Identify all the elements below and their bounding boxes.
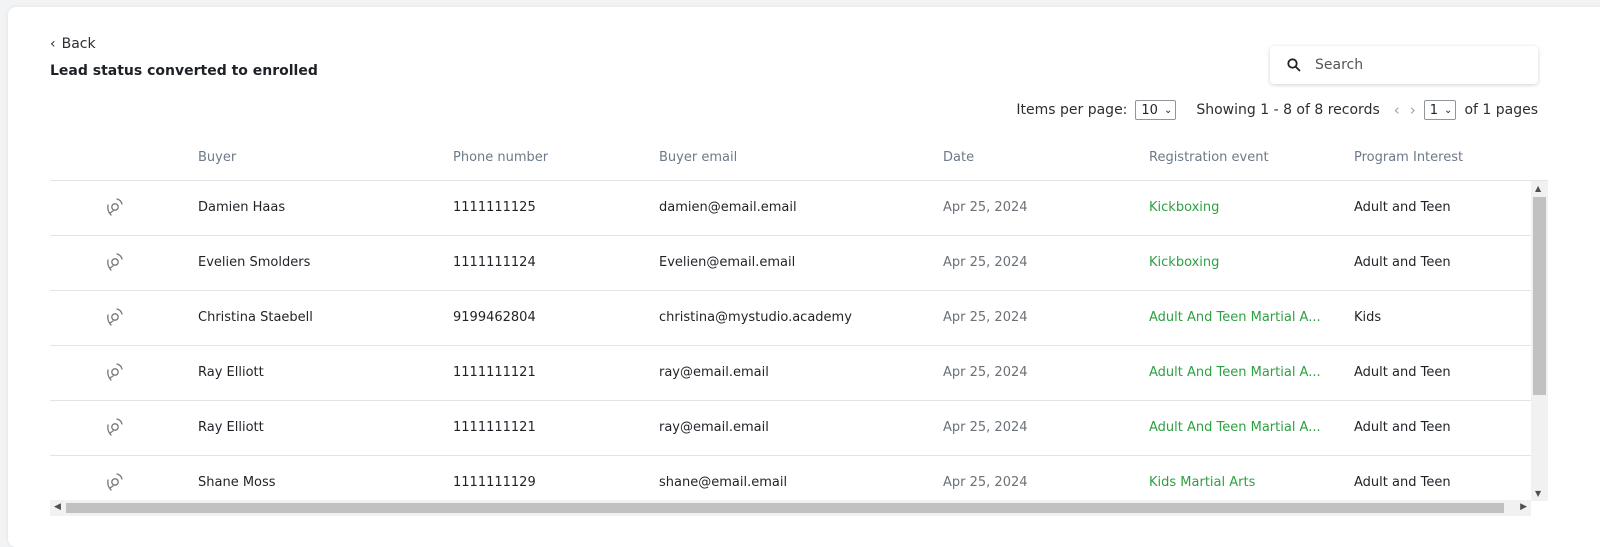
cell-phone: 1111111121 (453, 420, 536, 435)
cell-email: Evelien@email.email (659, 255, 796, 270)
cell-event[interactable]: Kids Martial Arts (1149, 475, 1255, 490)
cell-buyer: Shane Moss (198, 475, 276, 490)
cell-event[interactable]: Adult And Teen Martial A... (1149, 310, 1321, 325)
phone-call-icon[interactable] (104, 251, 124, 277)
page-title: Lead status converted to enrolled (50, 63, 318, 79)
cell-event[interactable]: Kickboxing (1149, 255, 1219, 270)
cell-email: damien@email.email (659, 200, 797, 215)
cell-program: Adult and Teen (1354, 420, 1451, 435)
cell-date: Apr 25, 2024 (943, 310, 1028, 325)
next-page-icon[interactable]: › (1410, 101, 1416, 119)
phone-call-icon[interactable] (104, 361, 124, 387)
cell-date: Apr 25, 2024 (943, 475, 1028, 490)
cell-event[interactable]: Kickboxing (1149, 200, 1219, 215)
cell-phone: 1111111125 (453, 200, 536, 215)
cell-phone: 1111111121 (453, 365, 536, 380)
phone-call-icon[interactable] (104, 196, 124, 222)
items-per-page-value: 10 (1141, 102, 1158, 118)
back-label: Back (61, 36, 96, 52)
phone-call-icon[interactable] (104, 471, 124, 497)
search-box[interactable] (1270, 46, 1538, 84)
items-per-page-select[interactable]: 10 ⌄ (1135, 100, 1177, 120)
table-body: Damien Haas 1111111125 damien@email.email A… (50, 181, 1548, 501)
search-input[interactable] (1313, 56, 1517, 74)
cell-event[interactable]: Adult And Teen Martial A... (1149, 365, 1321, 380)
column-header-phone[interactable]: Phone number (453, 150, 548, 165)
chevron-down-icon: ⌄ (1444, 104, 1453, 116)
cell-date: Apr 25, 2024 (943, 420, 1028, 435)
cell-phone: 9199462804 (453, 310, 536, 325)
pagination-bar: Items per page: 10 ⌄ Showing 1 - 8 of 8 … (1016, 99, 1538, 121)
page-select-value: 1 (1429, 102, 1439, 118)
table-row[interactable]: Evelien Smolders 1111111124 Evelien@email.… (50, 236, 1531, 291)
column-header-date[interactable]: Date (943, 150, 974, 165)
cell-phone: 1111111129 (453, 475, 536, 490)
column-header-buyer[interactable]: Buyer (198, 150, 236, 165)
cell-email: ray@email.email (659, 365, 769, 380)
cell-date: Apr 25, 2024 (943, 255, 1028, 270)
prev-page-icon[interactable]: ‹ (1394, 101, 1400, 119)
phone-call-icon[interactable] (104, 416, 124, 442)
cell-program: Adult and Teen (1354, 255, 1451, 270)
cell-phone: 1111111124 (453, 255, 536, 270)
cell-date: Apr 25, 2024 (943, 200, 1028, 215)
column-header-registration-event[interactable]: Registration event (1149, 150, 1269, 165)
leads-table: Buyer Phone number Buyer email Date Regi… (50, 140, 1548, 501)
items-per-page-label: Items per page: (1016, 102, 1128, 118)
cell-email: christina@mystudio.academy (659, 310, 852, 325)
chevron-down-icon: ⌄ (1163, 104, 1173, 116)
scroll-down-arrow-icon[interactable]: ▼ (1535, 489, 1541, 498)
table-row[interactable]: Damien Haas 1111111125 damien@email.email A… (50, 181, 1531, 236)
scroll-left-arrow-icon[interactable]: ◀ (54, 502, 61, 512)
cell-event[interactable]: Adult And Teen Martial A... (1149, 420, 1321, 435)
scroll-right-arrow-icon[interactable]: ▶ (1520, 502, 1527, 512)
scroll-up-arrow-icon[interactable]: ▲ (1535, 184, 1541, 193)
phone-call-icon[interactable] (104, 306, 124, 332)
vertical-scrollbar[interactable]: ▲ ▼ (1531, 181, 1548, 501)
cell-buyer: Ray Elliott (198, 365, 264, 380)
chevron-left-icon: ‹ (50, 36, 56, 52)
column-header-program-interest[interactable]: Program Interest (1354, 150, 1463, 165)
table-row[interactable]: Christina Staebell 9199462804 christina@my… (50, 291, 1531, 346)
search-icon (1287, 58, 1301, 72)
page-select[interactable]: 1 ⌄ (1423, 100, 1457, 120)
scrollbar-thumb[interactable] (66, 503, 1504, 513)
pages-total: of 1 pages (1464, 102, 1538, 118)
cell-date: Apr 25, 2024 (943, 365, 1028, 380)
cell-program: Adult and Teen (1354, 200, 1451, 215)
back-link[interactable]: ‹ Back (50, 36, 96, 52)
cell-buyer: Evelien Smolders (198, 255, 311, 270)
cell-buyer: Ray Elliott (198, 420, 264, 435)
cell-buyer: Damien Haas (198, 200, 286, 215)
column-header-email[interactable]: Buyer email (659, 150, 737, 165)
cell-buyer: Christina Staebell (198, 310, 313, 325)
cell-email: shane@email.email (659, 475, 788, 490)
cell-program: Kids (1354, 310, 1382, 325)
records-count: Showing 1 - 8 of 8 records (1196, 102, 1380, 118)
cell-program: Adult and Teen (1354, 475, 1451, 490)
table-row[interactable]: Ray Elliott 1111111121 ray@email.email Apr … (50, 401, 1531, 456)
table-row[interactable]: Shane Moss 1111111129 shane@email.email Apr… (50, 456, 1531, 501)
horizontal-scrollbar[interactable]: ◀ ▶ (50, 500, 1531, 516)
table-header: Buyer Phone number Buyer email Date Regi… (50, 140, 1548, 181)
cell-program: Adult and Teen (1354, 365, 1451, 380)
table-row[interactable]: Ray Elliott 1111111121 ray@email.email Apr … (50, 346, 1531, 401)
cell-email: ray@email.email (659, 420, 769, 435)
scrollbar-thumb[interactable] (1533, 197, 1546, 395)
